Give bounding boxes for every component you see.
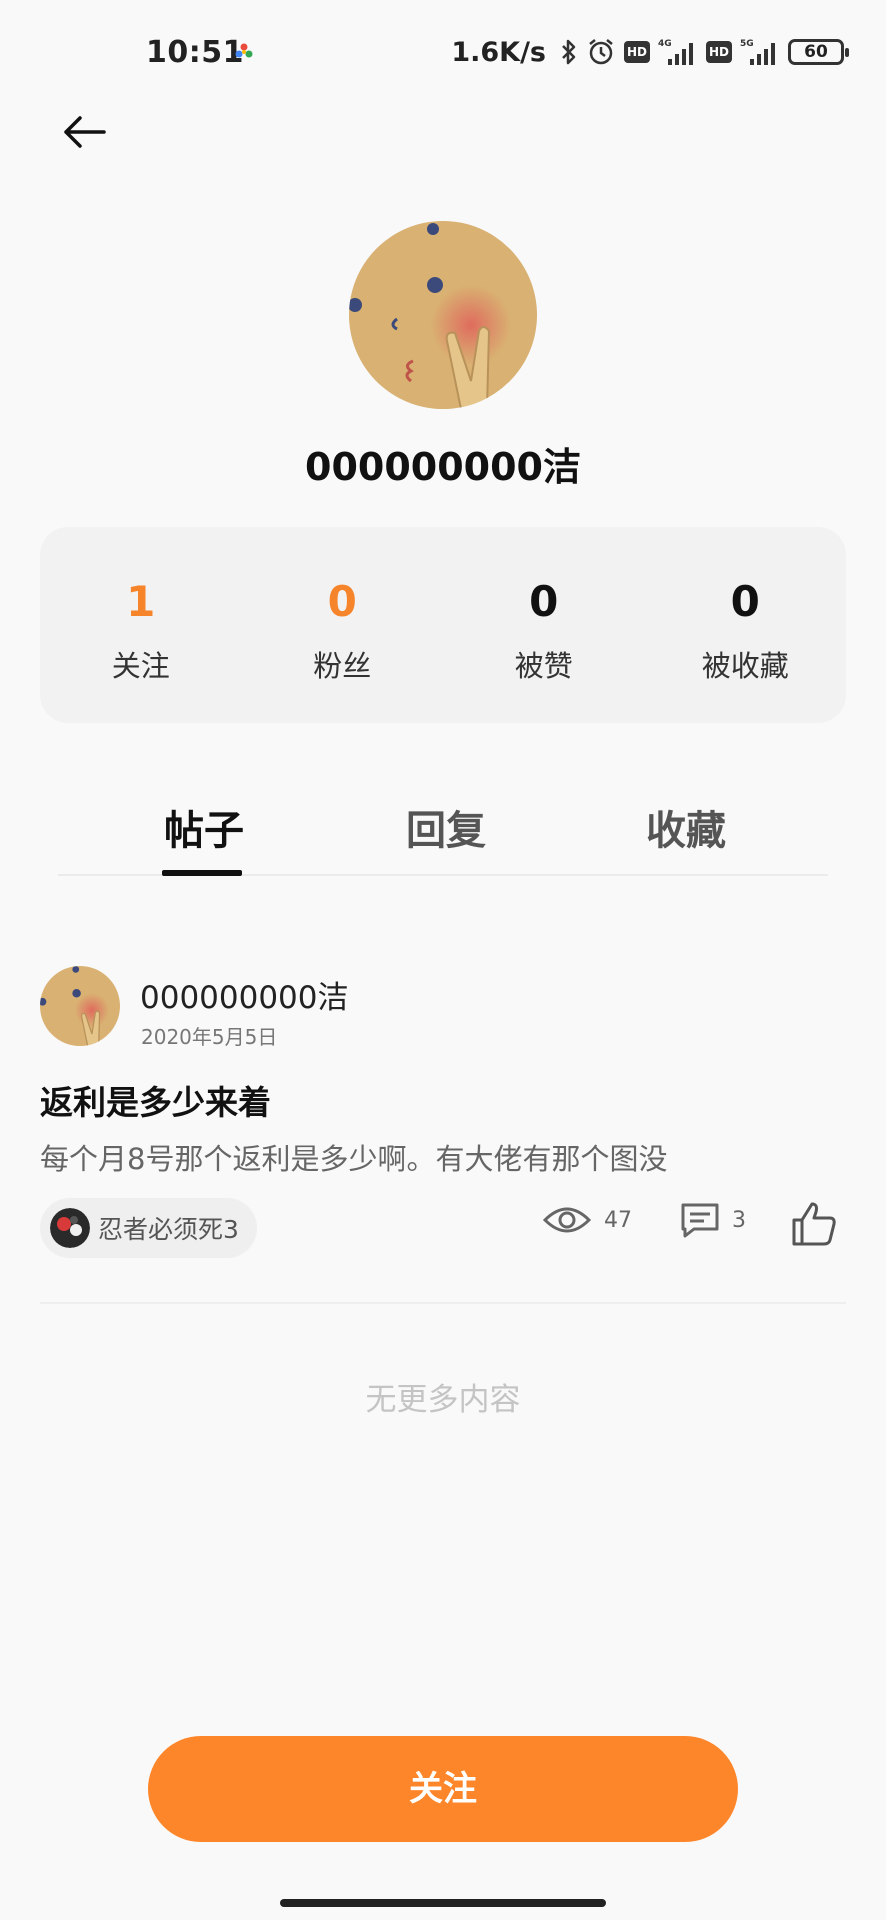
bluetooth-icon: [562, 39, 576, 65]
stat-followers-label: 粉丝: [313, 649, 372, 683]
post-author-avatar[interactable]: [40, 966, 120, 1046]
tab-posts[interactable]: 帖子: [164, 798, 244, 856]
post-date: 2020年5月5日: [141, 1025, 278, 1049]
signal-5g-icon: 5G: [740, 39, 775, 65]
post-views: 47: [542, 1202, 632, 1238]
thumbs-up-icon[interactable]: [790, 1200, 838, 1248]
stat-likes: 0 被赞: [443, 527, 645, 723]
alarm-icon: [589, 39, 613, 65]
comment-icon: [681, 1203, 719, 1238]
stat-favorited-value: 0: [730, 577, 760, 626]
post-comments-count: 3: [732, 1207, 746, 1233]
follow-button[interactable]: 关注: [148, 1736, 738, 1842]
post-author-name[interactable]: 000000000洁: [140, 972, 349, 1017]
svg-text:4G: 4G: [658, 39, 672, 49]
stat-likes-label: 被赞: [514, 649, 573, 683]
profile-avatar[interactable]: [349, 221, 537, 409]
svg-text:5G: 5G: [740, 39, 754, 49]
active-tab-indicator: [162, 870, 242, 876]
stat-followers-value: 0: [327, 577, 357, 626]
home-indicator[interactable]: [280, 1899, 606, 1907]
eye-icon: [542, 1207, 592, 1233]
post-comments[interactable]: 3: [680, 1202, 746, 1238]
post-topic-tag[interactable]: 忍者必须死3: [40, 1198, 257, 1258]
post-views-count: 47: [604, 1207, 632, 1233]
avatar-image-small: [40, 966, 120, 1046]
post-divider: [40, 1302, 846, 1304]
stat-likes-value: 0: [529, 577, 559, 626]
post-title[interactable]: 返利是多少来着: [40, 1076, 271, 1124]
stat-favorited-label: 被收藏: [701, 649, 789, 683]
avatar-image: [349, 221, 537, 409]
app-notification-icon: [235, 43, 253, 58]
stats-card: 1 关注 0 粉丝 0 被赞 0 被收藏: [40, 527, 846, 723]
signal-4g-icon: 4G: [658, 39, 693, 65]
profile-name: 000000000洁: [305, 445, 581, 489]
stat-following-label: 关注: [111, 649, 170, 683]
back-arrow-icon[interactable]: [56, 106, 116, 166]
battery-indicator: 60: [788, 39, 849, 65]
stat-followers[interactable]: 0 粉丝: [242, 527, 444, 723]
stat-favorited: 0 被收藏: [645, 527, 847, 723]
stat-following[interactable]: 1 关注: [40, 527, 242, 723]
no-more-content: 无更多内容: [365, 1382, 521, 1418]
status-time: 10:51: [146, 35, 244, 70]
network-speed: 1.6K/s: [451, 36, 546, 68]
tab-favorites[interactable]: 收藏: [646, 798, 726, 856]
status-indicators: 1.6K/s HD 4G HD 5G 60: [451, 32, 849, 72]
post-excerpt[interactable]: 每个月8号那个返利是多少啊。有大佬有那个图没: [40, 1136, 667, 1178]
game-icon: [50, 1208, 90, 1248]
post-topic-label: 忍者必须死3: [98, 1215, 239, 1244]
tab-replies[interactable]: 回复: [406, 798, 486, 856]
hd-badge-1: HD: [624, 41, 650, 63]
hd-badge-2: HD: [706, 41, 732, 63]
status-bar: 10:51 1.6K/s HD 4G HD 5G 60: [0, 0, 886, 106]
stat-following-value: 1: [126, 577, 156, 626]
content-tabs: 帖子 回复 收藏: [58, 790, 828, 876]
